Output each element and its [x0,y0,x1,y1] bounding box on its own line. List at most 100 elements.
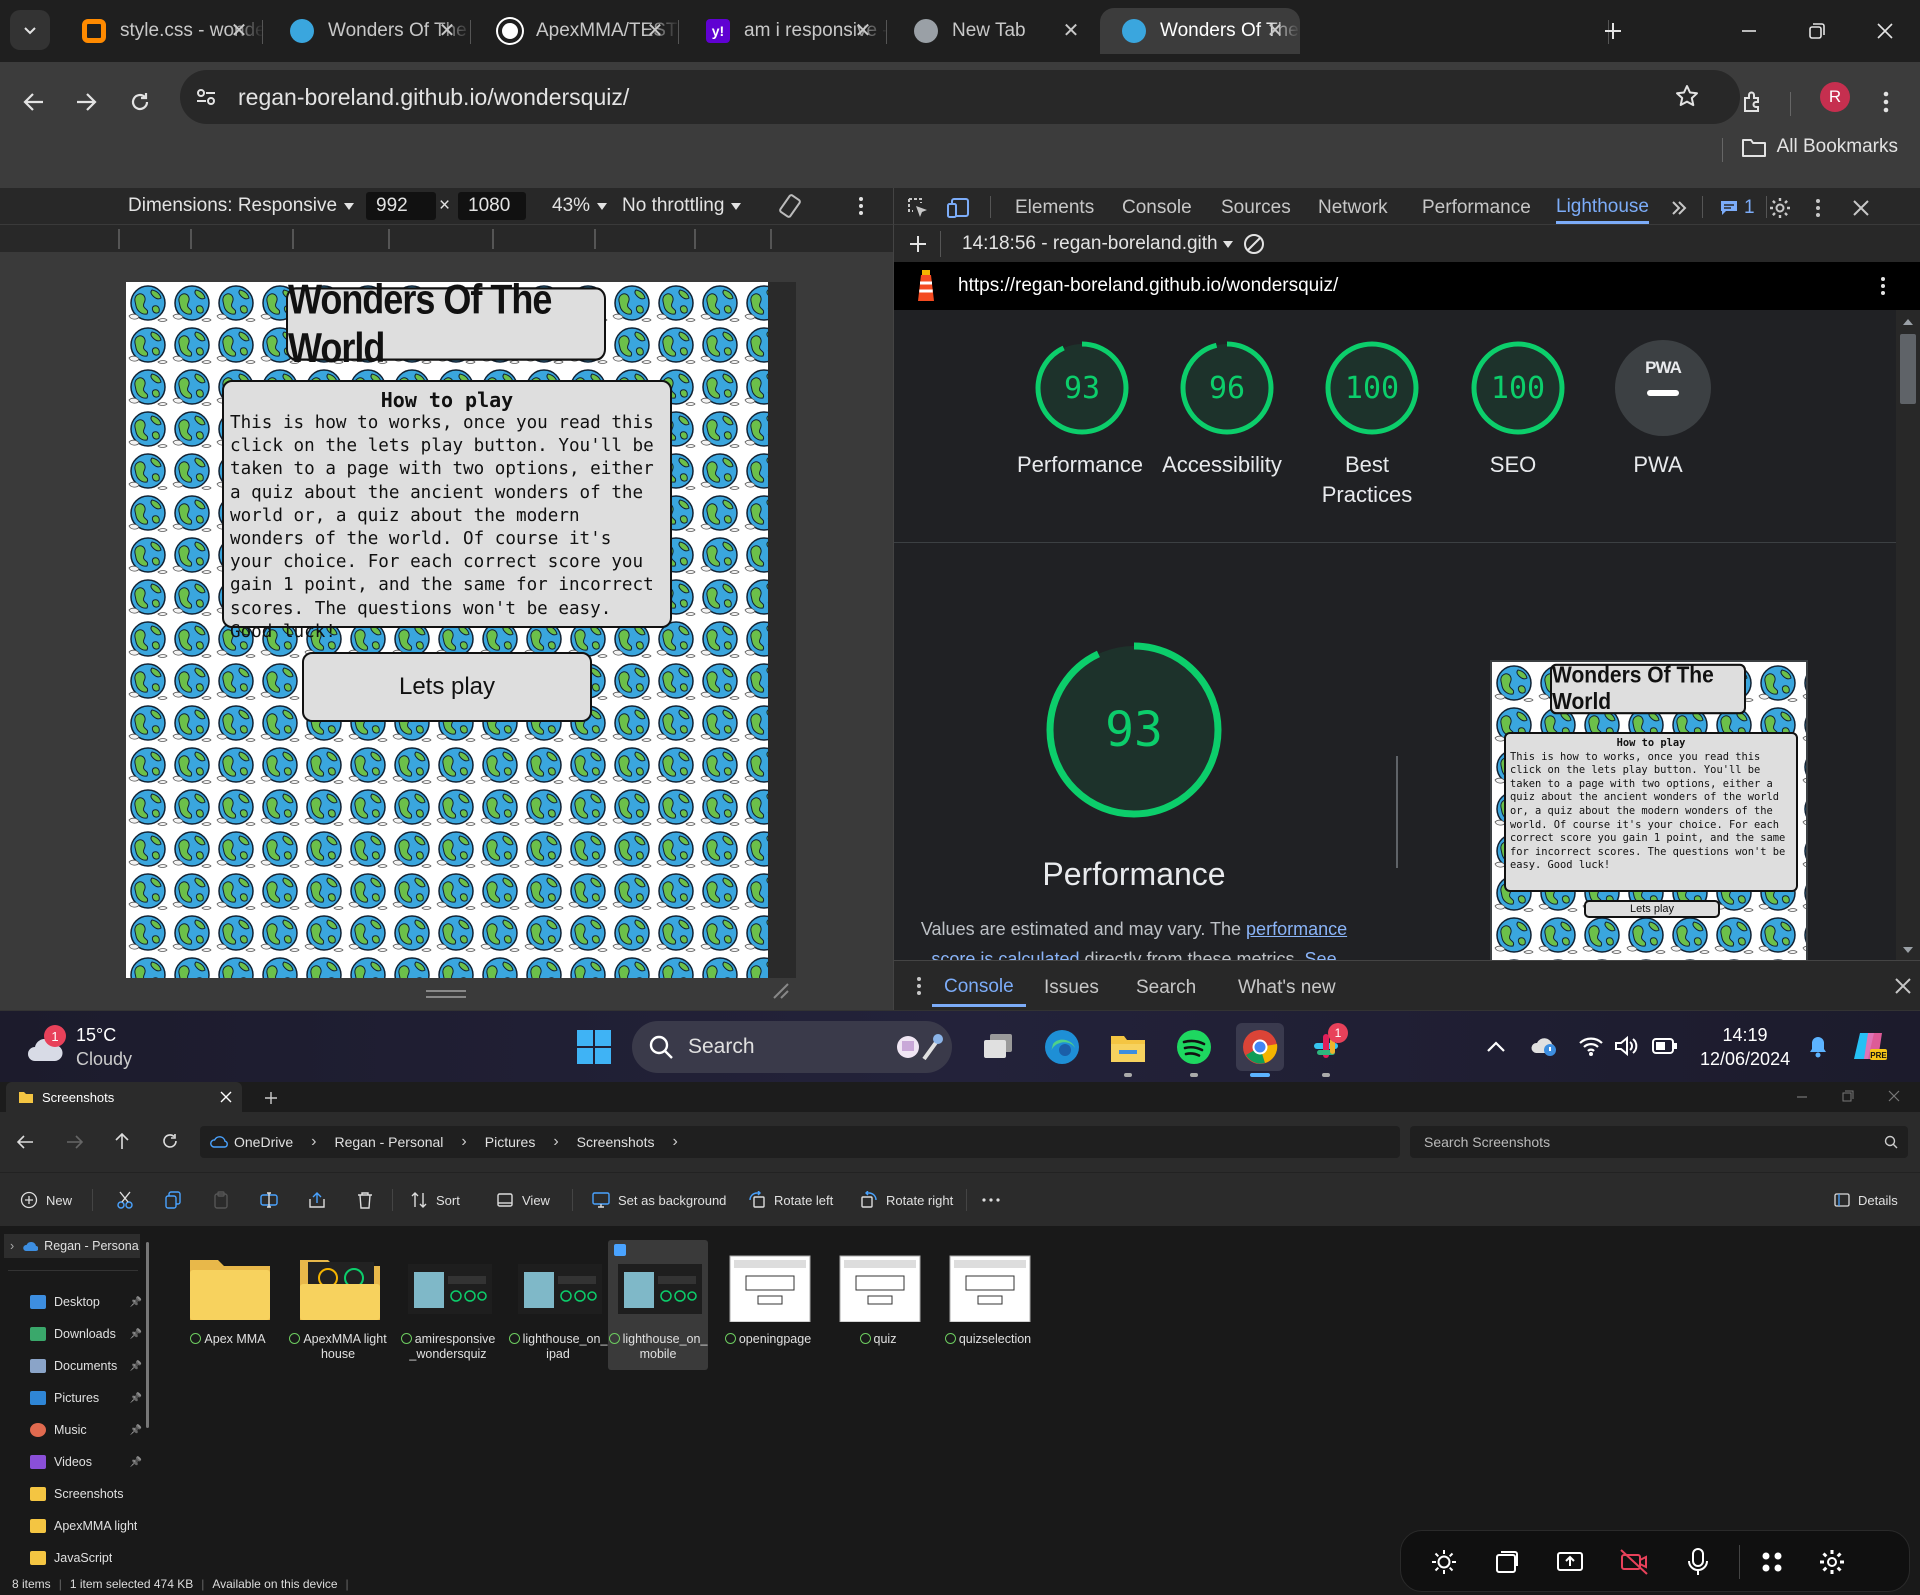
width-input[interactable]: 992 [366,192,436,220]
chrome-app[interactable] [1236,1023,1284,1077]
media-query-ruler[interactable] [0,224,893,252]
report-selector[interactable]: 14:18:56 - regan-boreland.gith [962,233,1234,255]
more-tabs-button[interactable] [1670,192,1688,224]
arrow-right-icon[interactable] [66,1134,84,1150]
spotify-app[interactable] [1170,1023,1218,1077]
close-devtools-button[interactable] [1852,192,1870,224]
see-link[interactable]: See [1305,949,1337,960]
back-button[interactable] [14,82,54,122]
issues-counter[interactable]: 1 [1720,192,1755,224]
score-gauge-performance[interactable]: 93 Performance [1017,340,1147,480]
file-item[interactable]: Apex MMA [178,1240,278,1370]
breadcrumb-chevron-icon[interactable]: › [311,1133,316,1151]
drawer-menu-icon[interactable] [916,976,922,996]
rotate-left-button[interactable]: Rotate left [748,1173,833,1227]
refresh-icon[interactable] [162,1133,178,1149]
close-window-button[interactable] [1862,12,1908,50]
close-tab-button[interactable]: ✕ [644,19,666,42]
close-icon[interactable] [1888,1090,1900,1102]
delete-icon[interactable] [356,1191,374,1209]
file-explorer-app[interactable] [1104,1023,1152,1077]
clock[interactable]: 14:19 12/06/2024 [1700,1023,1790,1071]
resize-handle-bottom[interactable] [426,990,466,998]
breadcrumb-chevron-icon[interactable]: › [553,1133,558,1151]
start-button[interactable] [570,1023,618,1071]
browser-tab[interactable]: style.css - wondersquiz✕ [60,8,264,54]
brightness-button[interactable] [1429,1547,1459,1577]
onedrive-icon[interactable] [1530,1035,1558,1057]
devtools-tab-network[interactable]: Network [1318,192,1388,224]
file-item[interactable]: ApexMMA lighthouse [288,1240,388,1370]
restore-button[interactable] [1794,12,1840,50]
camera-off-button[interactable] [1619,1547,1649,1577]
new-tab-button[interactable] [1590,12,1636,50]
copy-icon[interactable] [164,1191,182,1209]
score-gauge-pwa[interactable]: PWA PWA [1598,340,1728,480]
sidebar-item-pictures[interactable]: Pictures 📌 [30,1386,148,1410]
browser-tab[interactable]: New Tab ✕ [892,8,1096,54]
notification-bell-icon[interactable] [1806,1033,1830,1059]
breadcrumb-item[interactable]: Pictures [485,1134,536,1150]
page-preview[interactable]: Wonders Of The World How to play This is… [126,282,768,978]
clear-reports-icon[interactable] [1242,232,1266,256]
arrow-up-icon[interactable] [114,1132,130,1150]
sidebar-item-music[interactable]: Music 📌 [30,1418,148,1442]
breadcrumb-item[interactable]: OneDrive [234,1134,293,1150]
sidebar-scrollbar[interactable] [146,1242,149,1428]
score-gauge-best-practices[interactable]: 100 Best Practices [1307,340,1437,510]
drawer-tab-what-s-new[interactable]: What's new [1238,969,1336,1007]
sidebar-root-onedrive[interactable]: › Regan - Persona [4,1234,140,1258]
rotate-button[interactable] [776,192,804,220]
score-gauge-seo[interactable]: 100 SEO [1453,340,1583,480]
copilot-icon[interactable]: PRE [1852,1029,1888,1063]
sidebar-item-screenshots[interactable]: Screenshots [30,1482,148,1506]
plus-icon[interactable] [908,234,928,254]
address-bar[interactable]: regan-boreland.github.io/wondersquiz/ [180,70,1740,124]
sidebar-item-videos[interactable]: Videos 📌 [30,1450,148,1474]
throttling-dropdown[interactable]: No throttling [622,192,742,220]
breadcrumb-item[interactable]: Regan - Personal [334,1134,443,1150]
close-tab-button[interactable]: ✕ [436,19,458,42]
scroll-down-icon[interactable] [1902,946,1914,954]
slack-app[interactable]: 1 [1302,1023,1350,1077]
browser-tab[interactable]: Wonders Of The World✕ [1100,8,1300,54]
close-tab-button[interactable]: ✕ [228,19,250,42]
browser-tab[interactable]: ApexMMA/TESTING✕ [476,8,680,54]
battery-icon[interactable] [1652,1037,1678,1055]
address-breadcrumb[interactable]: OneDrive › Regan - Personal › Pictures › Scree… [200,1126,1400,1158]
devtools-settings-button[interactable] [1768,192,1792,224]
scroll-up-icon[interactable] [1902,318,1914,326]
forward-button[interactable] [66,82,106,122]
sidebar-item-documents[interactable]: Documents 📌 [30,1354,148,1378]
drawer-tab-console[interactable]: Console [932,969,1026,1007]
rename-icon[interactable] [260,1191,278,1209]
explorer-search-box[interactable]: Search Screenshots [1410,1126,1908,1158]
breadcrumb-chevron-icon[interactable]: › [672,1133,677,1151]
file-item[interactable]: lighthouse_on_ipad [508,1240,608,1370]
restore-icon[interactable] [1842,1090,1854,1102]
dimensions-dropdown[interactable]: Dimensions: Responsive [128,192,355,220]
final-screenshot-thumbnail[interactable]: Wonders Of The World How to play This is… [1490,660,1808,960]
inspect-element-button[interactable] [906,192,930,224]
microphone-button[interactable] [1683,1547,1713,1577]
close-tab-icon[interactable] [220,1091,232,1103]
sort-button[interactable]: Sort [410,1173,460,1227]
report-menu-icon[interactable] [1880,276,1886,296]
breadcrumb-item[interactable]: Screenshots [577,1134,655,1150]
sidebar-item-apexmma-light[interactable]: ApexMMA light [30,1514,148,1538]
devtools-tab-elements[interactable]: Elements [1015,192,1094,224]
url-text[interactable]: regan-boreland.github.io/wondersquiz/ [238,84,629,111]
apps-button[interactable] [1757,1547,1787,1577]
sidebar-item-downloads[interactable]: Downloads 📌 [30,1322,148,1346]
drawer-tab-issues[interactable]: Issues [1044,969,1099,1007]
view-button[interactable]: View [496,1173,550,1227]
new-button[interactable]: New [20,1173,72,1227]
sidebar-item-desktop[interactable]: Desktop 📌 [30,1290,148,1314]
file-item[interactable]: quiz [828,1240,928,1370]
browser-tab[interactable]: y!am i responsive - Yahoo✕ [684,8,888,54]
file-item[interactable]: quizselection [938,1240,1038,1370]
explorer-tab[interactable]: Screenshots [6,1082,242,1112]
drawer-tab-search[interactable]: Search [1136,969,1196,1007]
edge-app[interactable] [1038,1023,1086,1071]
score-gauge-accessibility[interactable]: 96 Accessibility [1162,340,1292,480]
